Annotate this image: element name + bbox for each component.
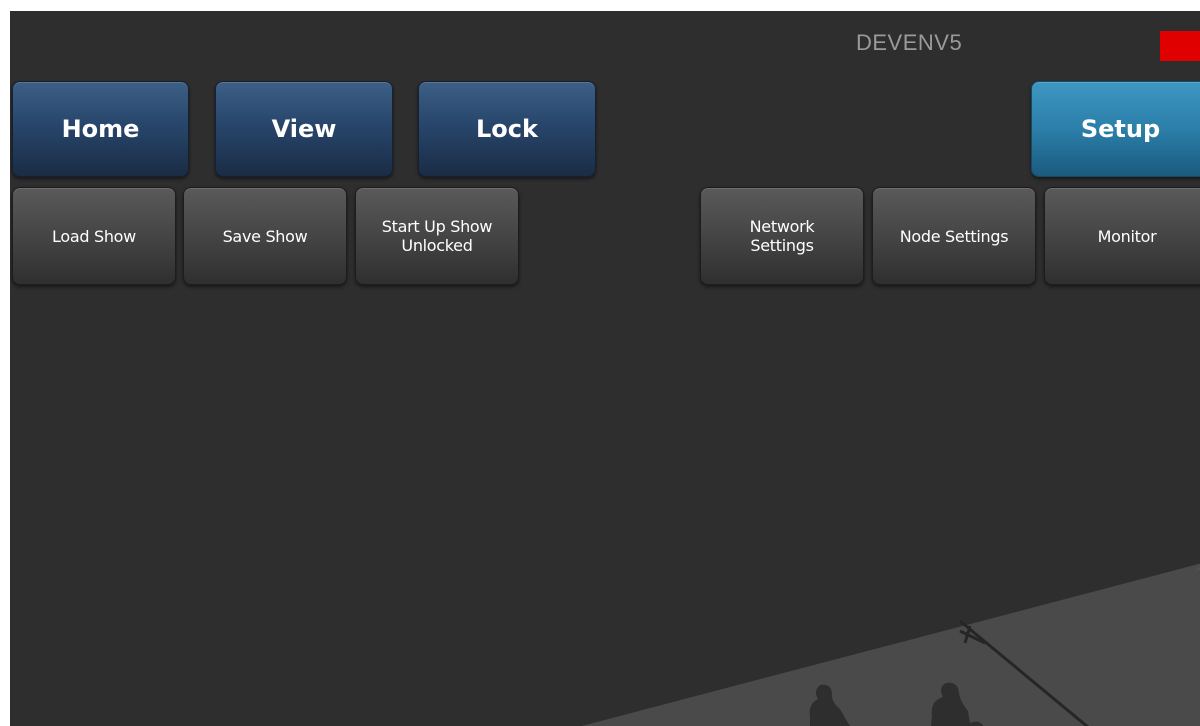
app-screen: DEVENV5 Home View Lock Setup Load Show S… (0, 0, 1200, 726)
network-settings-button[interactable]: Network Settings (700, 187, 864, 285)
tab-view[interactable]: View (215, 81, 393, 177)
stage-floor-shape (581, 563, 1200, 726)
monitor-button[interactable]: Monitor (1044, 187, 1200, 285)
startup-show-unlocked-button[interactable]: Start Up Show Unlocked (355, 187, 519, 285)
status-indicator (1160, 31, 1200, 61)
save-show-button[interactable]: Save Show (183, 187, 347, 285)
device-name-label: DEVENV5 (856, 30, 963, 55)
tab-home[interactable]: Home (12, 81, 189, 177)
tab-setup[interactable]: Setup (1031, 81, 1200, 177)
load-show-button[interactable]: Load Show (12, 187, 176, 285)
node-settings-button[interactable]: Node Settings (872, 187, 1036, 285)
tab-lock[interactable]: Lock (418, 81, 596, 177)
